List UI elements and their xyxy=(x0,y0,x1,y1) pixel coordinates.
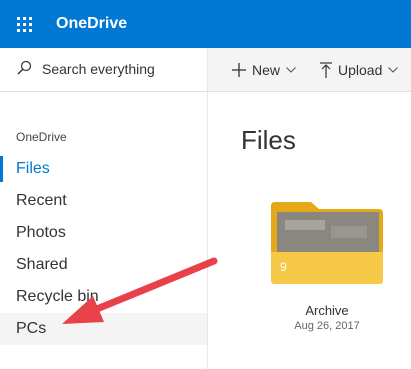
folder-item-count: 9 xyxy=(280,260,287,274)
sidebar-item-shared[interactable]: Shared xyxy=(0,249,207,281)
sidebar-item-files[interactable]: Files xyxy=(0,153,207,185)
waffle-icon xyxy=(16,16,32,32)
folder-date: Aug 26, 2017 xyxy=(294,320,360,332)
search-box[interactable]: Search everything xyxy=(0,48,207,92)
sidebar-item-label: Recycle bin xyxy=(16,288,99,305)
sidebar-item-label: Files xyxy=(16,160,50,177)
new-button-label: New xyxy=(252,61,281,78)
sidebar-item-pcs[interactable]: PCs xyxy=(0,313,207,345)
sidebar: Search everything OneDrive Files Recent … xyxy=(0,48,208,369)
folder-name[interactable]: Archive xyxy=(271,303,383,318)
upload-button-label: Upload xyxy=(338,61,383,78)
sidebar-item-photos[interactable]: Photos xyxy=(0,217,207,249)
command-bar: New Upload xyxy=(208,48,411,92)
sidebar-item-label: Recent xyxy=(16,192,67,209)
upload-icon xyxy=(320,61,332,78)
app-header: OneDrive xyxy=(0,0,411,48)
sidebar-item-label: PCs xyxy=(16,320,47,337)
new-button[interactable]: New xyxy=(232,48,296,91)
folder-tile-archive[interactable]: 9 xyxy=(271,200,383,284)
page-title: Files xyxy=(241,125,296,155)
sidebar-item-recent[interactable]: Recent xyxy=(0,185,207,217)
search-icon xyxy=(17,60,32,75)
sidebar-item-recycle-bin[interactable]: Recycle bin xyxy=(0,281,207,313)
chevron-down-icon xyxy=(388,66,399,73)
plus-icon xyxy=(232,62,246,77)
chevron-down-icon xyxy=(286,66,296,73)
search-input[interactable]: Search everything xyxy=(42,61,155,77)
folder-icon xyxy=(271,202,383,284)
nav-section-title: OneDrive xyxy=(16,130,67,144)
upload-button[interactable]: Upload xyxy=(320,48,399,91)
sidebar-item-label: Shared xyxy=(16,256,68,273)
app-launcher-button[interactable] xyxy=(0,0,48,48)
sidebar-item-label: Photos xyxy=(16,224,66,241)
app-title[interactable]: OneDrive xyxy=(56,15,127,33)
